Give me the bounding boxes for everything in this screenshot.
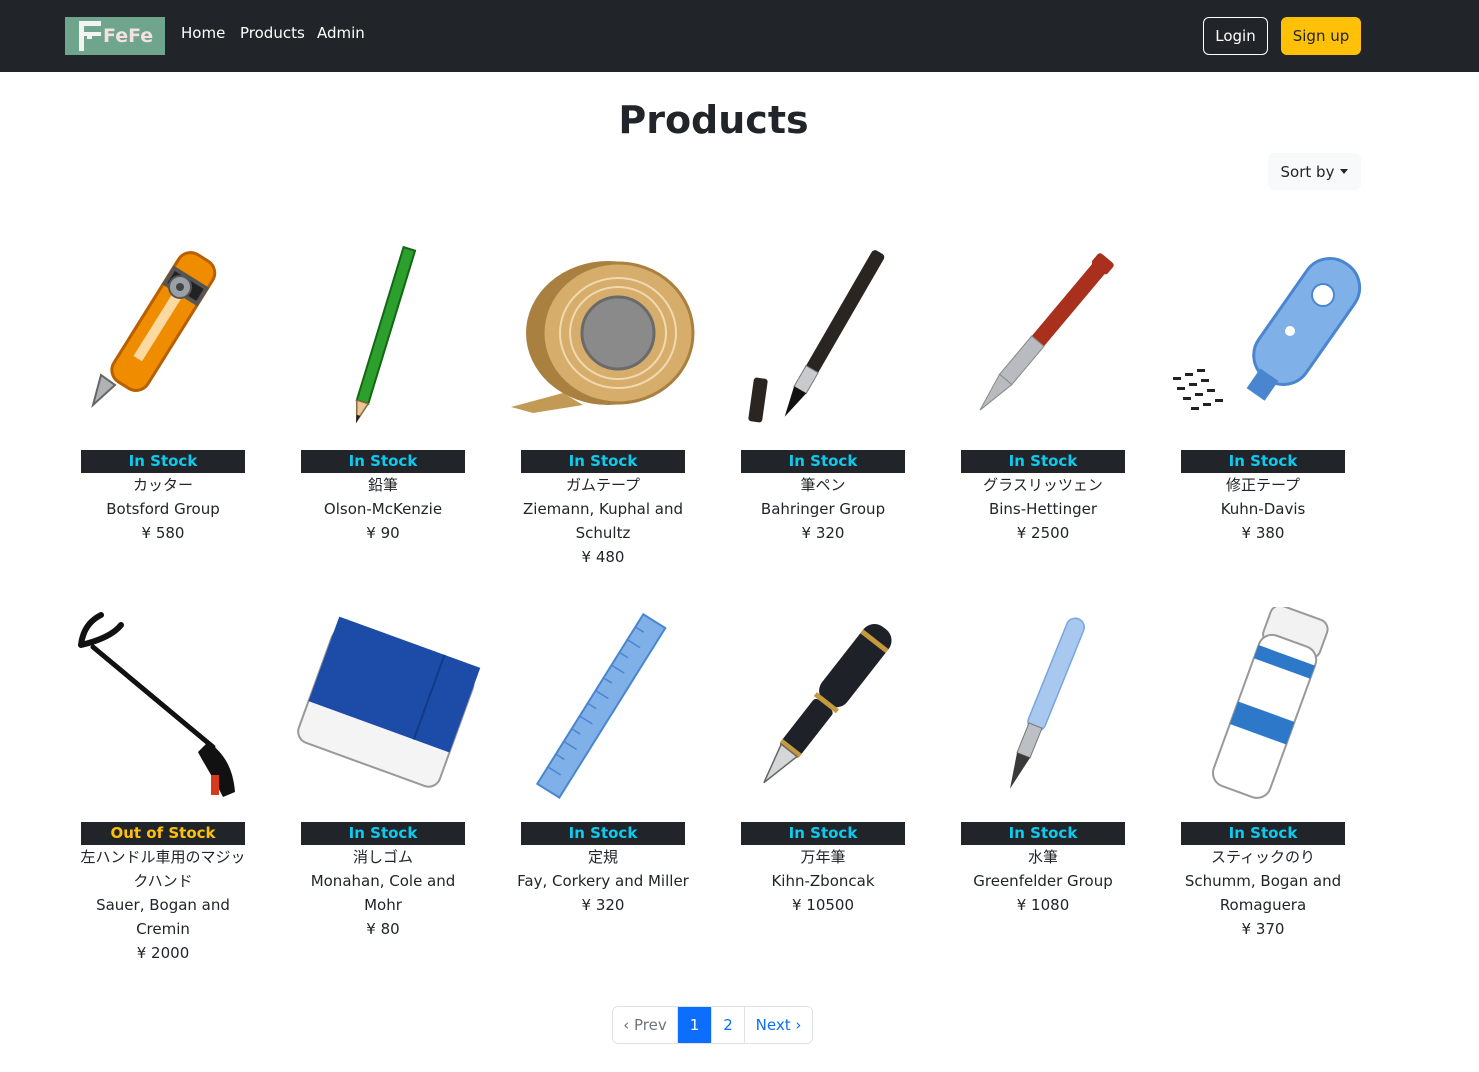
eraser-icon <box>273 607 493 807</box>
product-company: Schumm, Bogan and Romaguera <box>1184 872 1342 914</box>
product-name: 消しゴム <box>352 848 413 866</box>
product-price: ¥ 320 <box>581 896 625 914</box>
utility-knife-icon <box>53 235 273 435</box>
product-company: Monahan, Cole and Mohr <box>310 872 456 914</box>
product-name: グラスリッツェン <box>983 476 1103 494</box>
product-company: Bahringer Group <box>760 500 886 518</box>
product-price: ¥ 380 <box>1241 524 1285 542</box>
fountain-pen-icon <box>713 607 933 807</box>
product-company: Fay, Corkery and Miller <box>517 872 689 890</box>
product-price: ¥ 90 <box>366 524 400 542</box>
product-name: スティックのり <box>1210 848 1316 866</box>
stock-badge: In Stock <box>521 450 685 473</box>
glass-engraving-pen-icon <box>933 235 1153 435</box>
product-price: ¥ 320 <box>801 524 845 542</box>
product-name: 修正テープ <box>1225 476 1301 494</box>
caret-down-icon <box>1340 169 1349 174</box>
stock-badge: Out of Stock <box>81 822 245 845</box>
product-company: Kuhn-Davis <box>1220 500 1306 518</box>
stock-badge: In Stock <box>741 450 905 473</box>
prev-page-button[interactable]: ‹ Prev <box>613 1007 678 1043</box>
product-company: Botsford Group <box>106 500 220 518</box>
product-price: ¥ 580 <box>141 524 185 542</box>
page-title: Products <box>618 98 809 142</box>
brand-logo[interactable]: FeFe <box>65 17 165 55</box>
stock-badge: In Stock <box>301 450 465 473</box>
product-company: Bins-Hettinger <box>988 500 1098 518</box>
brand-f-icon <box>79 21 101 51</box>
product-price: ¥ 370 <box>1241 920 1285 938</box>
stock-badge: In Stock <box>961 822 1125 845</box>
product-company: Greenfelder Group <box>973 872 1113 890</box>
pencil-icon <box>273 235 493 435</box>
packing-tape-icon <box>493 235 713 435</box>
water-brush-icon <box>933 607 1153 807</box>
product-company: Olson-McKenzie <box>323 500 443 518</box>
glue-stick-icon <box>1153 604 1373 807</box>
nav-link-home[interactable]: Home <box>181 24 225 42</box>
product-name: 鉛筆 <box>367 476 398 494</box>
nav-link-products[interactable]: Products <box>240 24 305 42</box>
sort-dropdown-button[interactable]: Sort by <box>1268 153 1361 190</box>
stock-badge: In Stock <box>741 822 905 845</box>
product-name: 万年筆 <box>800 848 846 866</box>
brand-name: FeFe <box>103 25 154 47</box>
product-price: ¥ 2500 <box>1016 524 1070 542</box>
stock-badge: In Stock <box>301 822 465 845</box>
product-price: ¥ 2000 <box>136 944 190 962</box>
stock-badge: In Stock <box>81 450 245 473</box>
page-1-button[interactable]: 1 <box>678 1007 712 1043</box>
product-name: ガムテープ <box>565 476 641 494</box>
pagination: ‹ Prev 1 2 Next › <box>612 1006 813 1044</box>
product-price: ¥ 1080 <box>1016 896 1070 914</box>
stock-badge: In Stock <box>1181 822 1345 845</box>
signup-button[interactable]: Sign up <box>1281 17 1361 55</box>
stock-badge: In Stock <box>1181 450 1345 473</box>
product-company: Sauer, Bogan and Cremin <box>96 896 230 938</box>
nav-link-admin[interactable]: Admin <box>317 24 365 42</box>
ruler-icon <box>493 607 713 807</box>
reacher-grabber-icon <box>53 607 273 807</box>
next-page-button[interactable]: Next › <box>745 1007 812 1043</box>
product-name: カッター <box>132 476 193 494</box>
product-name: 筆ペン <box>800 476 846 494</box>
product-name: 左ハンドル車用のマジックハンド <box>80 848 246 890</box>
login-button[interactable]: Login <box>1203 17 1268 55</box>
page-2-button[interactable]: 2 <box>712 1007 745 1043</box>
product-company: Ziemann, Kuphal and Schultz <box>523 500 683 542</box>
product-price: ¥ 80 <box>366 920 400 938</box>
stock-badge: In Stock <box>961 450 1125 473</box>
product-price: ¥ 10500 <box>791 896 855 914</box>
product-name: 水筆 <box>1027 848 1058 866</box>
correction-tape-icon <box>1153 235 1373 435</box>
brush-pen-icon <box>713 235 933 435</box>
product-name: 定規 <box>587 848 618 866</box>
sort-label: Sort by <box>1280 162 1335 181</box>
product-company: Kihn-Zboncak <box>771 872 875 890</box>
product-price: ¥ 480 <box>581 548 625 566</box>
stock-badge: In Stock <box>521 822 685 845</box>
navbar: FeFe Home Products Admin Login Sign up <box>0 0 1479 72</box>
